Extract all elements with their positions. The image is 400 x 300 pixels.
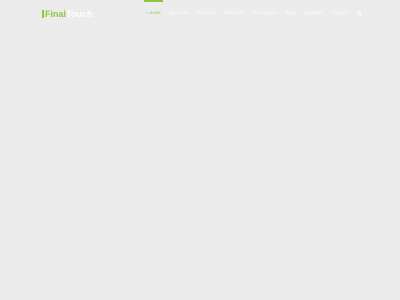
main-nav: ⌂HOME ABOUT US SERVICES PROJECTS OUR CLI… [142,0,366,26]
nav-item-label: ABOUT US [168,11,189,15]
logo-mark [42,10,44,18]
nav-item-contact[interactable]: CONTACT [327,0,353,26]
nav-item-label: CONTACT [331,11,350,15]
nav-item-home[interactable]: ⌂HOME [142,0,165,26]
nav-item-label: CAREERS [304,11,324,15]
nav-item-about-us[interactable]: ABOUT US [165,0,193,26]
nav-item-careers[interactable]: CAREERS [301,0,327,26]
search-button[interactable] [353,0,366,26]
page: FinalTouch ⌂HOME ABOUT US SERVICES PROJE… [0,0,400,300]
nav-item-label: SERVICES [196,11,216,15]
home-icon: ⌂ [146,10,149,15]
search-icon [357,10,363,16]
nav-item-blog[interactable]: BLOG [282,0,301,26]
nav-item-our-clients[interactable]: OUR CLIENTS [248,0,282,26]
nav-item-label: HOME [149,11,161,15]
logo-text-touch: Touch [66,9,93,19]
nav-item-label: BLOG [285,11,297,15]
nav-item-projects[interactable]: PROJECTS [220,0,248,26]
nav-item-label: PROJECTS [223,11,245,15]
nav-item-services[interactable]: SERVICES [192,0,219,26]
logo-text-final: Final [45,9,67,19]
site-logo[interactable]: FinalTouch [42,8,92,20]
nav-item-label: OUR CLIENTS [252,11,278,15]
